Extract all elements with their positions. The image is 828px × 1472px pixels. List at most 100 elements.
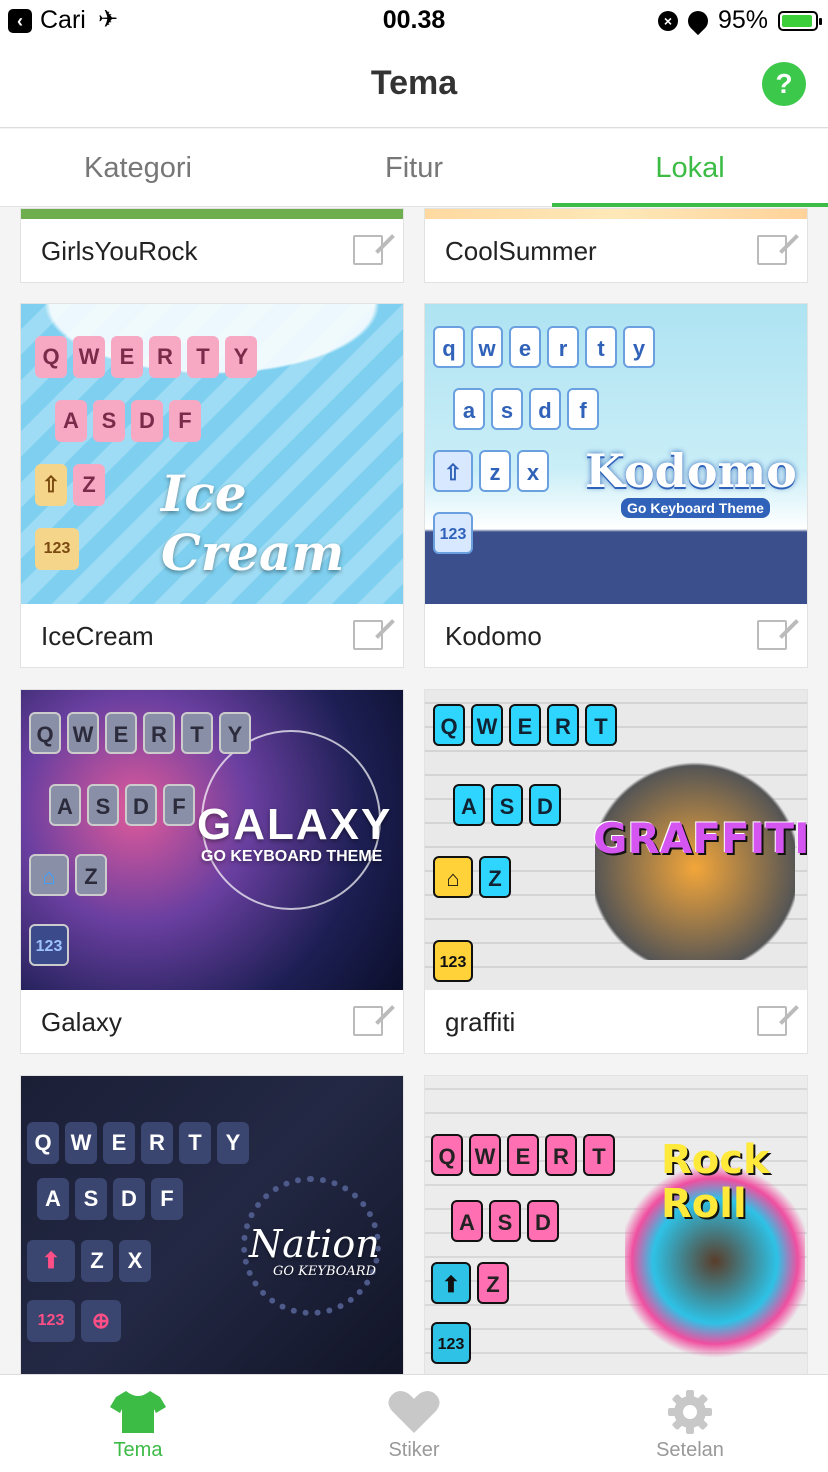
keyboard-row: ⌂ Z	[29, 854, 107, 896]
theme-card-rockroll[interactable]: Q W E R T A S D ⬆ Z 123 Rock Roll	[424, 1075, 808, 1374]
thumbnail-subtitle: Go Keyboard Theme	[621, 498, 770, 518]
key: D	[527, 1200, 559, 1242]
battery-icon	[778, 10, 822, 31]
key: Z	[73, 464, 105, 506]
theme-card-galaxy[interactable]: Q W E R T Y A S D F ⌂ Z 123 GALAXY GO KE…	[20, 689, 404, 1054]
card-label-row: Galaxy	[21, 990, 403, 1053]
theme-thumbnail: Q W E R T Y A S D F ⬆ Z X 123 ⊕ Nation G…	[21, 1076, 403, 1374]
theme-thumbnail	[21, 209, 403, 219]
nav-stiker[interactable]: Stiker	[276, 1375, 552, 1472]
key: D	[125, 784, 157, 826]
key: A	[55, 400, 87, 442]
edit-icon[interactable]	[757, 235, 787, 265]
keyboard-row: Q W E R T Y	[35, 336, 257, 378]
nav-label: Tema	[113, 1439, 163, 1461]
theme-card-nation[interactable]: Q W E R T Y A S D F ⬆ Z X 123 ⊕ Nation G…	[20, 1075, 404, 1374]
key: Z	[81, 1240, 113, 1282]
tab-fitur[interactable]: Fitur	[276, 129, 552, 206]
keyboard-row: 123	[431, 1322, 471, 1364]
key: 123	[431, 1322, 471, 1364]
key: A	[49, 784, 81, 826]
key: R	[141, 1122, 173, 1164]
keyboard-row: 123	[35, 528, 79, 570]
edit-icon[interactable]	[353, 1006, 383, 1036]
shirt-icon	[110, 1389, 166, 1435]
edit-icon[interactable]	[757, 1006, 787, 1036]
location-icon	[683, 6, 713, 35]
globe-icon: ⊕	[81, 1300, 121, 1342]
battery-percent: 95%	[717, 6, 768, 34]
key: Y	[217, 1122, 249, 1164]
key: A	[453, 388, 485, 430]
key: S	[75, 1178, 107, 1220]
card-label-row: graffiti	[425, 990, 807, 1053]
theme-card-coolsummer[interactable]: CoolSummer	[424, 208, 808, 283]
keyboard-row: ⇧ Z X	[433, 450, 549, 492]
edit-icon[interactable]	[757, 620, 787, 650]
help-button[interactable]: ?	[762, 62, 806, 106]
key: Z	[75, 854, 107, 896]
keyboard-row: A S D F	[49, 784, 195, 826]
thumbnail-subtitle: GO KEYBOARD	[273, 1264, 377, 1279]
theme-thumbnail: Q W E R T Y A S D F ⌂ Z 123 GALAXY GO KE…	[21, 690, 403, 990]
theme-card-graffiti[interactable]: Q W E R T A S D ⌂ Z 123 GRAFFITI graffit…	[424, 689, 808, 1054]
status-right: × 95%	[657, 6, 822, 35]
key: Y	[623, 326, 655, 368]
keyboard-row: A S D F	[453, 388, 599, 430]
key: A	[451, 1200, 483, 1242]
key: Z	[477, 1262, 509, 1304]
key: R	[547, 704, 579, 746]
key: W	[67, 712, 99, 754]
key: X	[119, 1240, 151, 1282]
theme-thumbnail: Q W E R T Y A S D F ⇧ Z 123 Ice Cream	[21, 304, 403, 604]
tab-kategori[interactable]: Kategori	[0, 129, 276, 206]
key: D	[529, 388, 561, 430]
heart-icon	[386, 1389, 442, 1435]
gear-icon	[662, 1389, 718, 1435]
key: E	[103, 1122, 135, 1164]
keyboard-row: Q W E R T Y	[27, 1122, 249, 1164]
theme-card-girlsyourock[interactable]: GirlsYouRock	[20, 208, 404, 283]
card-label-row: CoolSummer	[425, 219, 807, 282]
keyboard-row: A S D	[451, 1200, 559, 1242]
nav-setelan[interactable]: Setelan	[552, 1375, 828, 1472]
theme-card-kodomo[interactable]: Q W E R T Y A S D F ⇧ Z X	[424, 303, 808, 668]
nav-tema[interactable]: Tema	[0, 1375, 276, 1472]
tab-lokal[interactable]: Lokal	[552, 129, 828, 207]
theme-name: IceCream	[41, 621, 154, 651]
theme-card-icecream[interactable]: Q W E R T Y A S D F ⇧ Z 123 Ice Cream Ic…	[20, 303, 404, 668]
keyboard-row: A S D F	[37, 1178, 183, 1220]
key: 123	[433, 512, 473, 554]
key: Y	[219, 712, 251, 754]
keyboard-row: 123	[433, 940, 473, 982]
key: Q	[29, 712, 61, 754]
key: R	[547, 326, 579, 368]
key: S	[87, 784, 119, 826]
keyboard-row: ⇧ Z	[35, 464, 105, 506]
key: R	[143, 712, 175, 754]
key: Q	[27, 1122, 59, 1164]
keyboard-row: 123	[433, 512, 473, 554]
key: Q	[433, 326, 465, 368]
keyboard-row: 123	[29, 924, 69, 966]
key: S	[489, 1200, 521, 1242]
theme-thumbnail: Q W E R T A S D ⬆ Z 123 Rock Roll	[425, 1076, 807, 1374]
key: W	[65, 1122, 97, 1164]
key: E	[105, 712, 137, 754]
key: R	[149, 336, 181, 378]
shift-key-icon: ⌂	[29, 854, 69, 896]
thumbnail-title: Nation	[249, 1222, 380, 1266]
key: F	[169, 400, 201, 442]
keyboard-row: Q W E R T	[433, 704, 617, 746]
key: 123	[433, 940, 473, 982]
theme-name: GirlsYouRock	[41, 236, 198, 266]
key: Q	[433, 704, 465, 746]
shift-key-icon: ⌂	[433, 856, 473, 898]
key: W	[471, 326, 503, 368]
theme-thumbnail: Q W E R T A S D ⌂ Z 123 GRAFFITI	[425, 690, 807, 990]
shift-key-icon: ⇧	[433, 450, 473, 492]
key: E	[507, 1134, 539, 1176]
edit-icon[interactable]	[353, 620, 383, 650]
edit-icon[interactable]	[353, 235, 383, 265]
thumbnail-title: Kodomo	[585, 444, 797, 498]
